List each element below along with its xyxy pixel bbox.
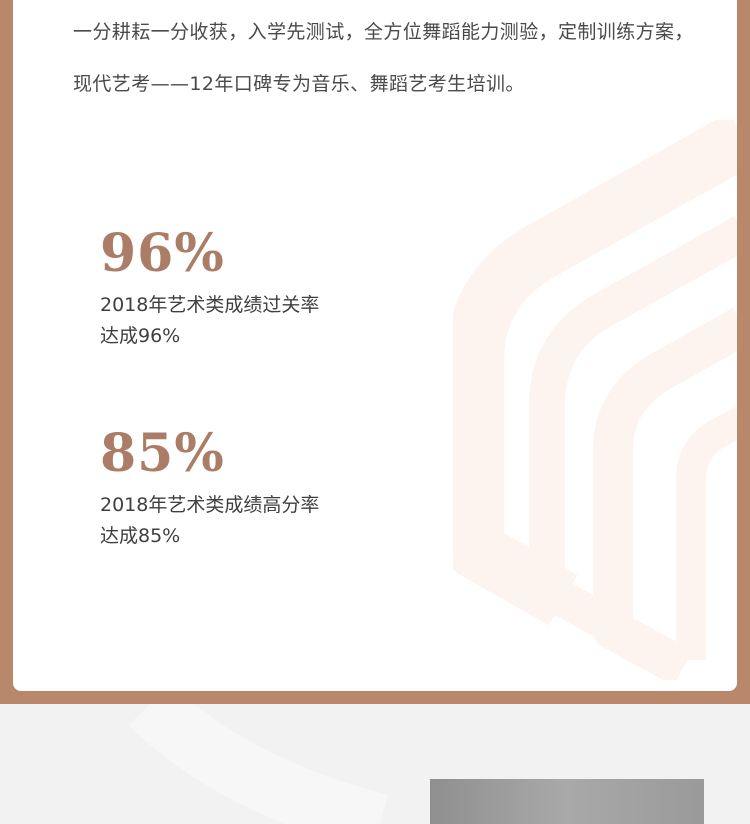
- stat-block-high-score-rate: 85% 2018年艺术类成绩高分率 达成85%: [100, 422, 319, 552]
- stat-description: 2018年艺术类成绩高分率 达成85%: [100, 494, 320, 547]
- content-card: 一分耕耘一分收获，入学先测试，全方位舞蹈能力测验，定制训练方案，现代艺考——12…: [13, 0, 737, 691]
- hexagon-decoration-icon: [453, 120, 737, 680]
- next-section: [0, 704, 750, 824]
- stat-description: 2018年艺术类成绩过关率 达成96%: [100, 294, 320, 347]
- stat-value: 96%: [100, 223, 225, 284]
- section-photo: [430, 779, 704, 824]
- stat-block-pass-rate: 96% 2018年艺术类成绩过关率 达成96%: [100, 222, 319, 352]
- intro-paragraph: 一分耕耘一分收获，入学先测试，全方位舞蹈能力测验，定制训练方案，现代艺考——12…: [73, 21, 694, 95]
- stat-value: 85%: [100, 423, 225, 484]
